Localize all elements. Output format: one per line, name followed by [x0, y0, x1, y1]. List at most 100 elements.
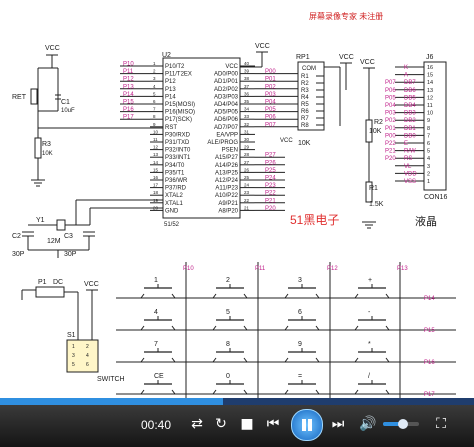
stop-icon[interactable]: ■	[236, 414, 258, 434]
mcu-left-pin-label: P10/T2	[165, 64, 185, 70]
lcd-port-label: P05	[385, 95, 396, 101]
keypad-row-label: P16	[424, 360, 435, 366]
c1-value: 10uF	[61, 108, 75, 114]
mcu-right-pin-label: A10/P22	[215, 193, 239, 199]
rp1-pin-label: R1	[301, 74, 309, 80]
lcd-pin-label: DB7	[404, 80, 416, 86]
mcu-left-pin-number: 1	[153, 61, 156, 66]
next-icon[interactable]: ⏭	[327, 414, 349, 434]
mcu-left-pin-number: 17	[153, 183, 159, 188]
r3-resistor	[34, 137, 42, 159]
volume-knob[interactable]	[397, 419, 408, 429]
mcu-left-pin-label: P15(MOSI)	[165, 102, 195, 108]
mcu-left-pin-label: P37/RD	[165, 186, 187, 192]
rp1-pins: R1R2R3R4R5R6R7R8	[301, 74, 324, 129]
rp1-pin-label: R5	[301, 102, 309, 108]
mcu-left-pin-label: P12	[165, 79, 176, 85]
lcd-pin-number: 15	[427, 73, 433, 79]
port0-label: P04	[265, 100, 276, 106]
mcu-right-pins: VCC 40 AD0/P00 39 AD1/P01 38 AD2/P02 37 AD3/P03 3…	[207, 61, 255, 214]
mcu-right-pin-number: 34	[244, 107, 250, 112]
rp1-value: 10K	[298, 140, 311, 147]
mcu-left-pin-label: RST	[165, 125, 177, 131]
s1-ref: S1	[67, 332, 76, 339]
volume-icon[interactable]: 🔊	[357, 414, 379, 434]
mcu-right-pin-number: 21	[244, 205, 250, 210]
lcd-port-label: P21	[385, 149, 396, 155]
lcd-pin-label: VSS	[404, 179, 416, 185]
previous-icon[interactable]: ⏮	[262, 414, 284, 434]
keypad-key-label: *	[368, 341, 371, 348]
play-pause-icon[interactable]	[291, 409, 323, 441]
mcu-right-pin-label: ALE/PROG	[207, 140, 238, 146]
r2-value: 10K	[369, 128, 382, 135]
lcd-pin-number: 12	[427, 95, 433, 101]
mcu-right-pin-number: 25	[244, 175, 250, 180]
port2-label: P22	[265, 191, 276, 197]
mcu-left-pin-number: 8	[153, 114, 156, 119]
mcu-left-pin-number: 18	[153, 190, 159, 195]
mcu-right-pin-number: 30	[244, 137, 250, 142]
mcu-right-pin-label: AD5/P05	[214, 110, 239, 116]
mcu-right-pin-label: AD3/P03	[214, 94, 239, 100]
keypad-key-label: -	[368, 309, 371, 316]
lcd-pin-label: R/W	[404, 149, 416, 155]
s1-pin-label: 2	[86, 344, 89, 350]
p1-label: DC	[53, 279, 63, 286]
port0-label: P01	[265, 77, 276, 83]
lcd-pin-number: 6	[427, 141, 430, 147]
port0-label: P06	[265, 115, 276, 121]
lcd-pin-number: 7	[427, 133, 430, 139]
crystal-ref: Y1	[36, 217, 45, 224]
keypad-key-label: 9	[298, 341, 302, 348]
shuffle-icon[interactable]: ⇄	[186, 414, 208, 434]
keypad-key-label: =	[298, 373, 302, 380]
lcd-pin-label: DB2	[404, 118, 416, 124]
mcu-right-pin-number: 31	[244, 129, 250, 134]
rp1-vcc: VCC	[280, 138, 293, 144]
mcu-right-pin-number: 22	[244, 198, 250, 203]
mcu-right-pin-label: AD7/P07	[214, 125, 239, 131]
s1-pin-label: 3	[72, 353, 75, 359]
ground-symbol-lcd	[362, 221, 376, 229]
r1-ref: R1	[369, 185, 378, 192]
volume-slider[interactable]	[383, 419, 419, 429]
lcd-pin-number: 13	[427, 88, 433, 94]
keypad-key-label: +	[368, 277, 372, 284]
rp1-pin-label: R4	[301, 95, 309, 101]
lcd-port-label: P22	[385, 141, 396, 147]
rp1-pin-label: R2	[301, 81, 309, 87]
lcd-name: CON16	[424, 194, 447, 201]
keypad-key-label: 3	[298, 277, 302, 284]
repeat-icon[interactable]: ↻	[210, 414, 232, 434]
mcu-right-pin-number: 37	[244, 84, 250, 89]
keypad-key-label: CE	[154, 373, 164, 380]
fullscreen-icon[interactable]: ⛶	[430, 414, 452, 434]
mcu-left-pin-label: P17(SCK)	[165, 117, 192, 123]
mcu-left-pin-number: 16	[153, 175, 159, 180]
port1-label: P14	[123, 92, 134, 98]
port0-label: P07	[265, 122, 276, 128]
r2-ref: R2	[374, 119, 383, 126]
port2-labels: P27P26 P25 P24P23 P22P21 P20	[255, 153, 285, 212]
keypad-key-label: 8	[226, 341, 230, 348]
port0-labels: P00 P01P02 P03 P04P05 P06P07	[255, 69, 298, 128]
lcd-pin-label: A	[404, 73, 408, 79]
mcu-left-pin-number: 3	[153, 76, 156, 81]
lcd-pin-number: 14	[427, 80, 433, 86]
watermark-text: 屏幕录像专家 未注册	[309, 11, 383, 21]
lcd-pin-number: 8	[427, 126, 430, 132]
keypad-key-label: 2	[226, 277, 230, 284]
seek-bar[interactable]	[0, 398, 474, 405]
keypad-key-label: 0	[226, 373, 230, 380]
keypad-column-label: P10	[183, 266, 194, 272]
lcd-pin-label: DB3	[404, 111, 416, 117]
mcu-right-pin-label: AD4/P04	[214, 102, 239, 108]
mcu-left-pins: P10/T2 1 P11/T2EX 2 P12 3 P13 4 P14 5 P15(MOSI) 6 P1…	[150, 61, 195, 214]
lcd-pin-number: 16	[427, 65, 433, 71]
mcu-left-pin-number: 10	[153, 129, 159, 134]
mcu-left-pin-number: 15	[153, 167, 159, 172]
seek-bar-fill	[0, 398, 223, 405]
lcd-pin-number: 9	[427, 118, 430, 124]
lcd-pin-label: K	[404, 65, 408, 71]
